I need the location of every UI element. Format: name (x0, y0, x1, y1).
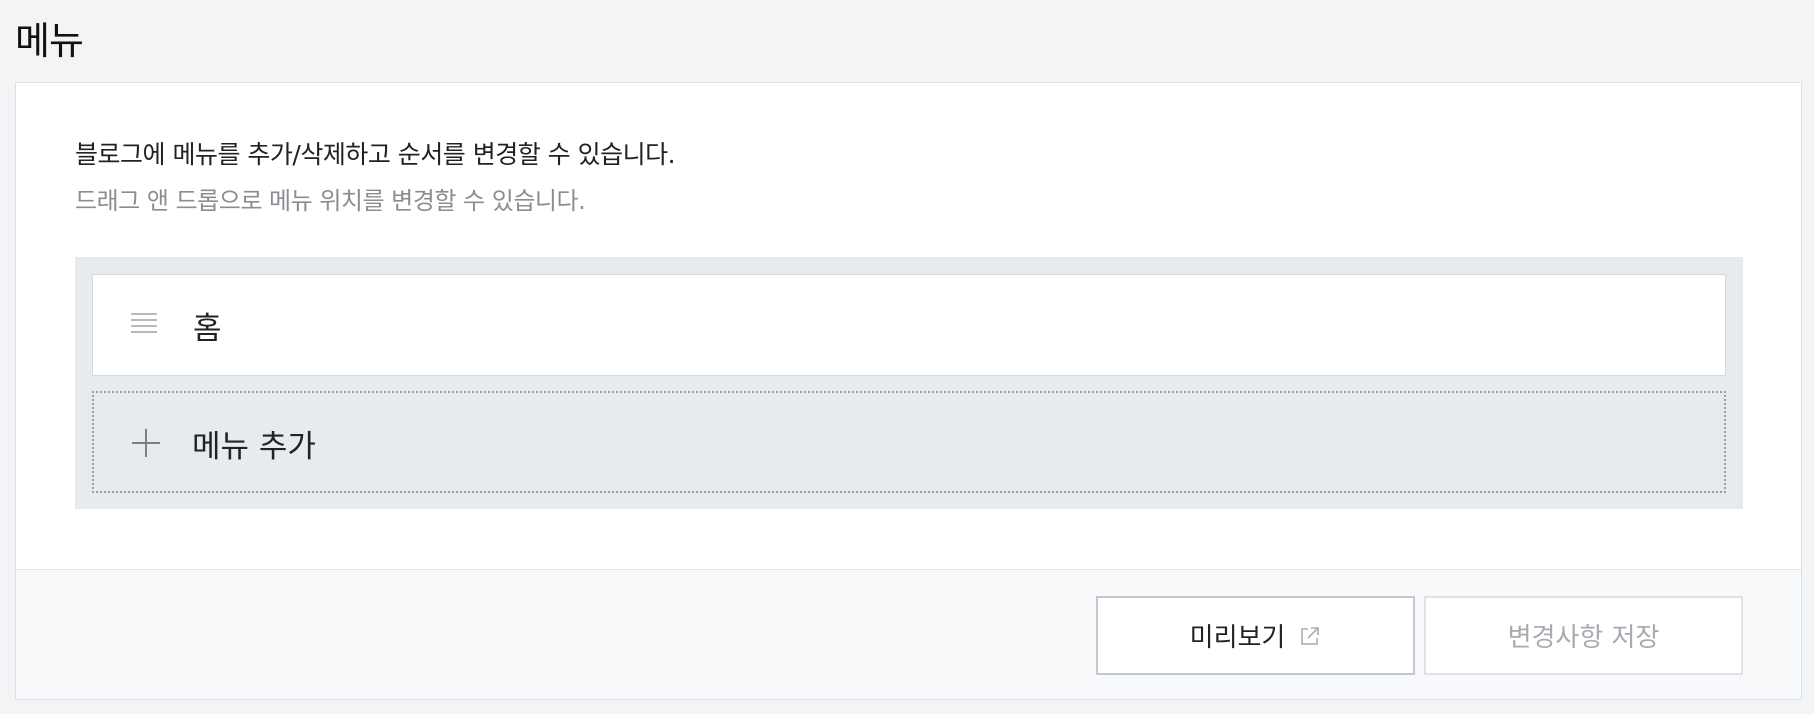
menu-list: 홈 메뉴 추가 (75, 257, 1743, 509)
menu-item-home[interactable]: 홈 (92, 274, 1726, 376)
panel-description: 블로그에 메뉴를 추가/삭제하고 순서를 변경할 수 있습니다. (75, 140, 676, 169)
add-menu-button[interactable]: 메뉴 추가 (92, 391, 1726, 493)
save-changes-button[interactable]: 변경사항 저장 (1424, 596, 1743, 675)
panel-subdescription: 드래그 앤 드롭으로 메뉴 위치를 변경할 수 있습니다. (75, 187, 586, 215)
add-menu-label: 메뉴 추가 (192, 429, 316, 465)
preview-button-label: 미리보기 (1189, 623, 1286, 653)
drag-handle-icon[interactable] (131, 313, 157, 333)
menu-settings-panel: 블로그에 메뉴를 추가/삭제하고 순서를 변경할 수 있습니다. 드래그 앤 드… (15, 82, 1802, 700)
panel-footer: 미리보기 변경사항 저장 (16, 569, 1801, 699)
plus-icon (132, 429, 160, 457)
save-button-label: 변경사항 저장 (1507, 623, 1660, 653)
page-title: 메뉴 (15, 19, 84, 63)
external-link-icon (1301, 626, 1320, 645)
menu-item-label: 홈 (193, 311, 222, 347)
preview-button[interactable]: 미리보기 (1096, 596, 1415, 675)
